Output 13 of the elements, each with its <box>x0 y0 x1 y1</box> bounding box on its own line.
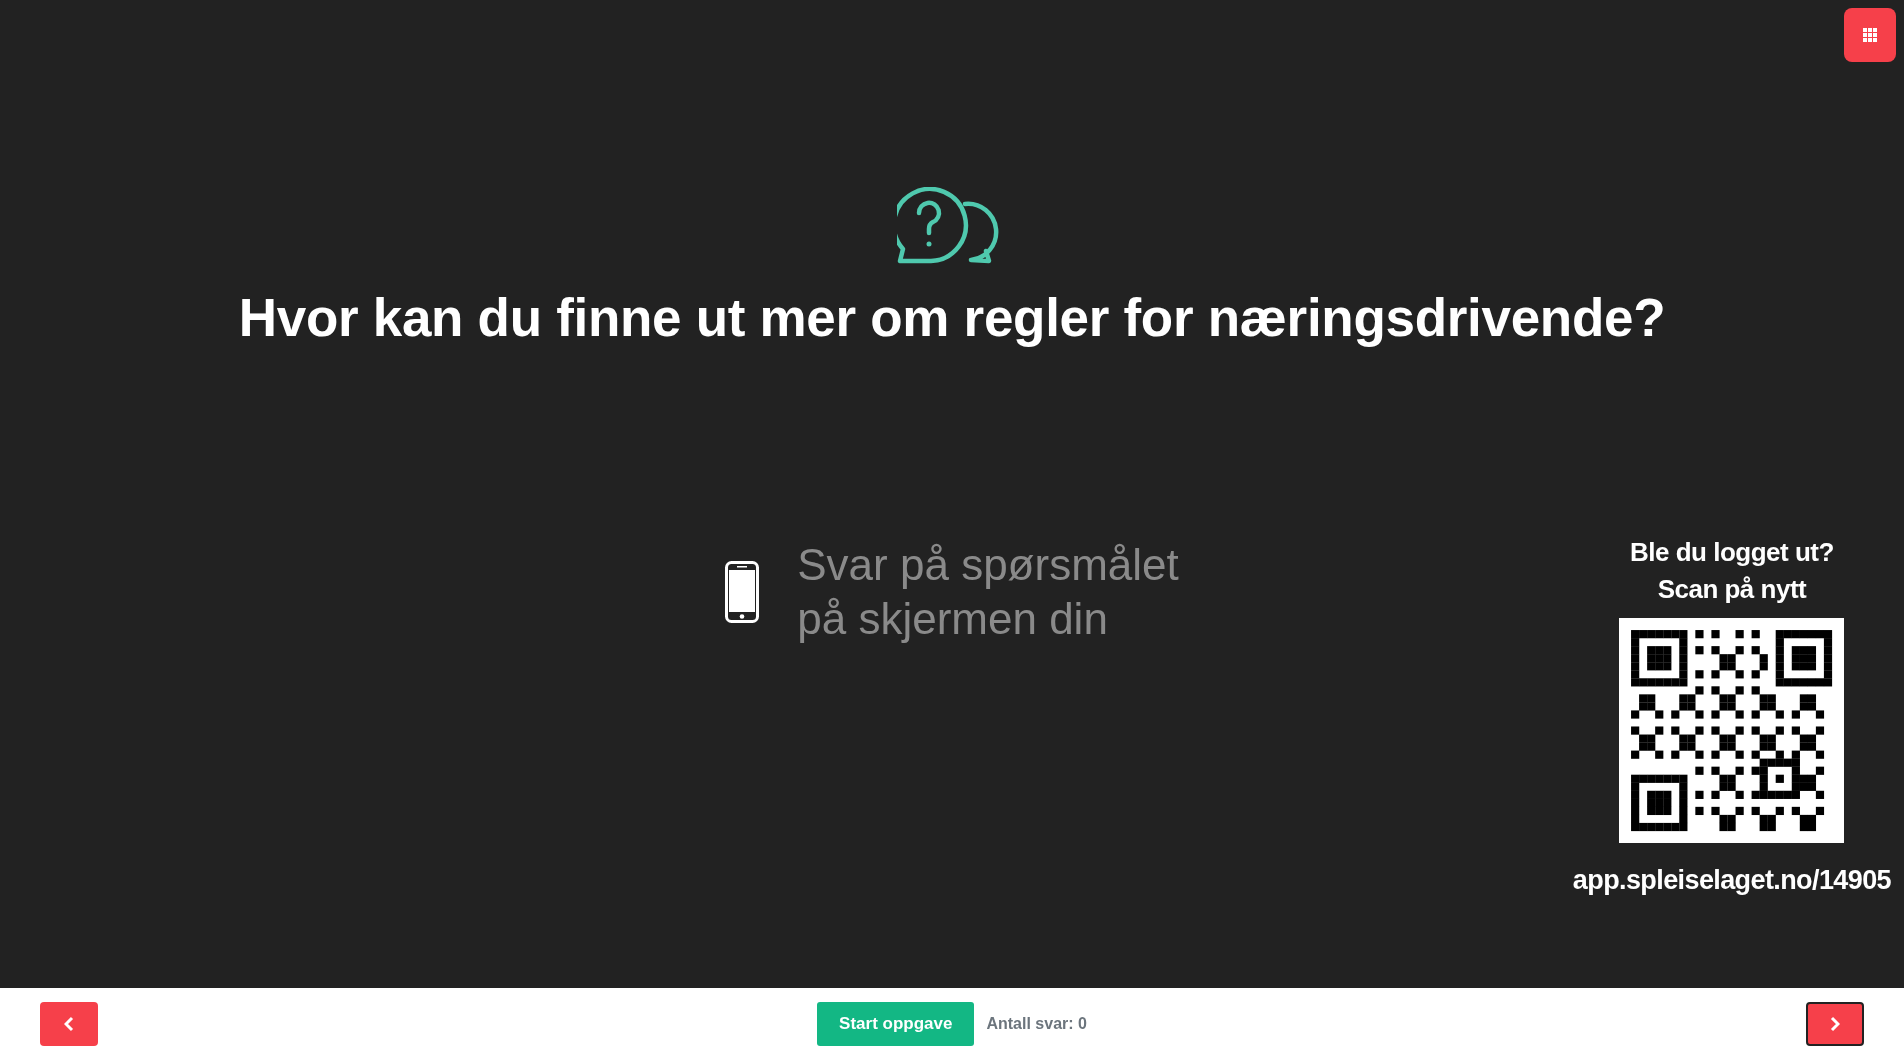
app-url: app.spleiselaget.no/14905 <box>1572 865 1891 896</box>
answer-count: Antall svar: 0 <box>986 1014 1087 1033</box>
chevron-left-icon <box>64 1015 74 1032</box>
start-task-button[interactable]: Start oppgave <box>817 1001 975 1046</box>
previous-button[interactable] <box>40 1001 98 1046</box>
phone-icon <box>725 561 760 623</box>
menu-button[interactable] <box>1844 8 1896 62</box>
question-title: Hvor kan du finne ut mer om regler for næringsdrivende? <box>238 287 1666 348</box>
grid-icon <box>1863 28 1877 42</box>
chevron-right-icon <box>1830 1015 1840 1032</box>
relogin-text: Ble du logget ut? Scan på nytt <box>1630 536 1834 606</box>
instruction-text: Svar på spørsmålet på skjermen din <box>797 539 1179 645</box>
next-button[interactable] <box>1806 1001 1864 1046</box>
